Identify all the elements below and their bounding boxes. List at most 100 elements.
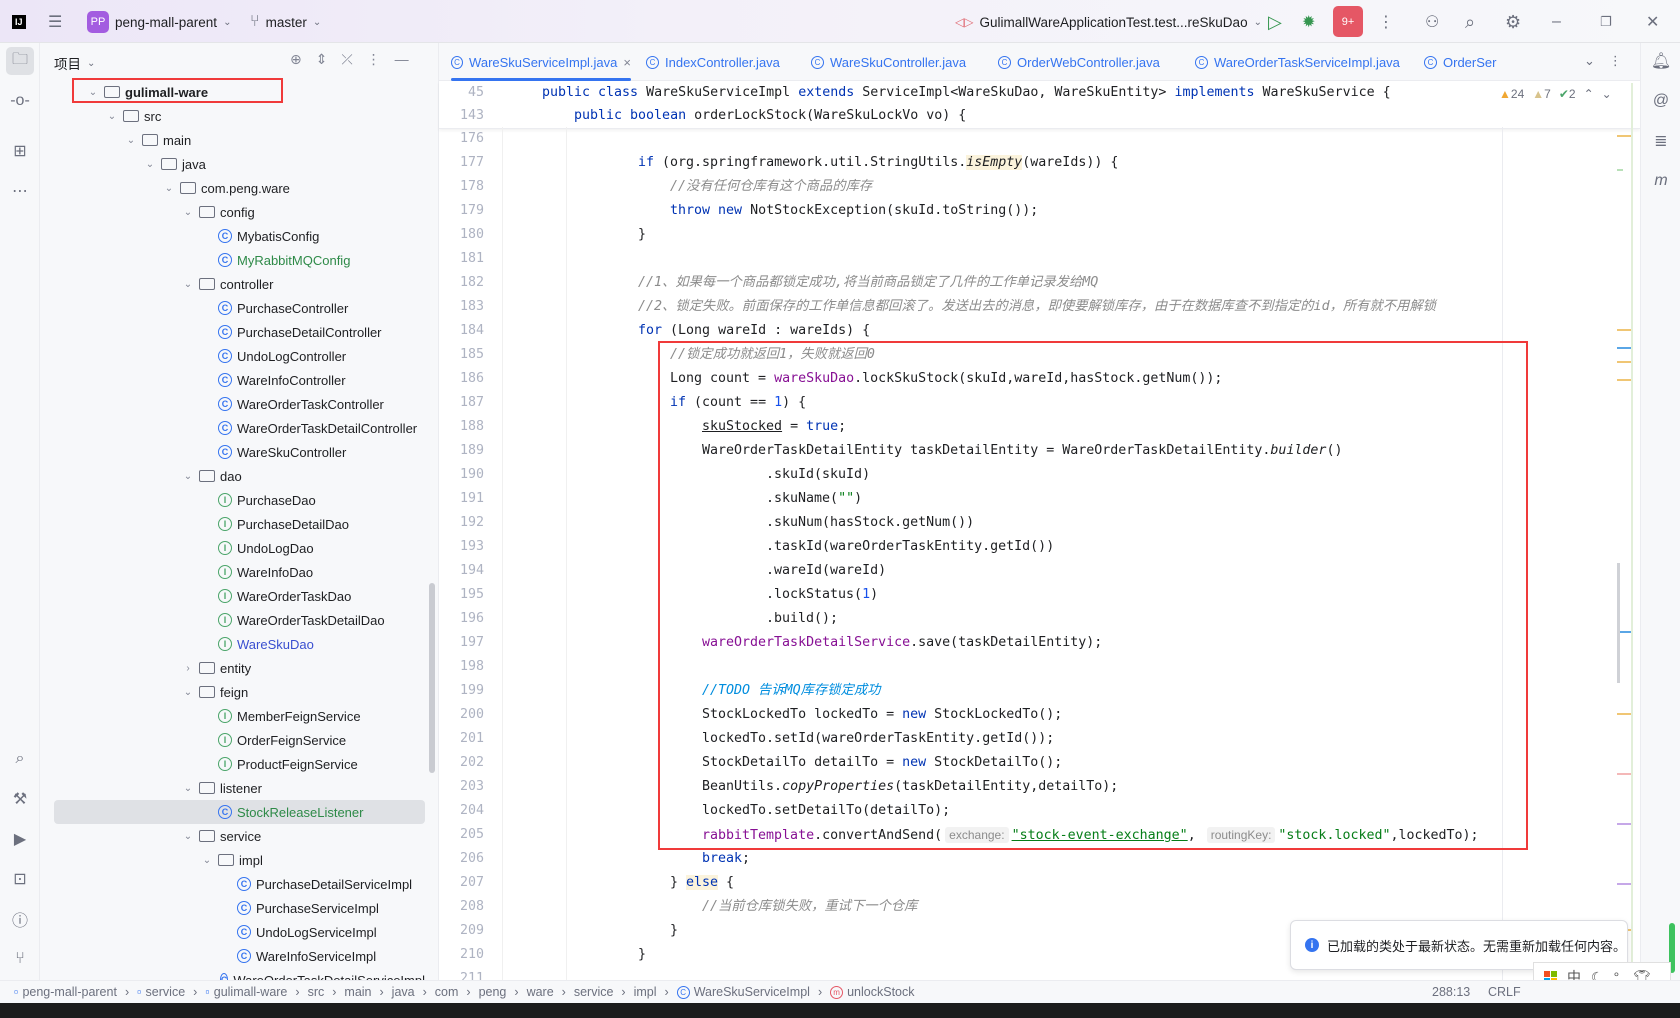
tree-item[interactable]: C MybatisConfig [40, 224, 425, 248]
tree-item[interactable]: ⌄ dao [40, 464, 425, 488]
chevron-down-icon[interactable]: ⌄ [124, 135, 138, 146]
tree-item[interactable]: ⌄ service [40, 824, 425, 848]
tree-item[interactable]: C UndoLogController [40, 344, 425, 368]
tree-item[interactable]: C WareOrderTaskDetailController [40, 416, 425, 440]
breadcrumb-item[interactable]: ▫ gulimall-ware [205, 985, 287, 999]
breadcrumb-item[interactable]: C WareSkuServiceImpl [676, 985, 810, 999]
tree-item[interactable]: C WareOrderTaskDetailServiceImpl [40, 968, 425, 980]
tab-wareordertaskserviceimpl-java[interactable]: C WareOrderTaskServiceImpl.java [1195, 43, 1400, 81]
collapse-all-icon[interactable]: ⤫ [341, 51, 352, 68]
tree-item[interactable]: ⌄ com.peng.ware [40, 176, 425, 200]
chevron-down-icon[interactable]: ⌄ [162, 183, 176, 194]
chevron-down-icon[interactable]: ⌄ [181, 471, 195, 482]
tree-item[interactable]: ⌄ main [40, 128, 425, 152]
tree-item[interactable]: C PurchaseDetailController [40, 320, 425, 344]
chevron-down-icon[interactable]: ⌄ [143, 159, 157, 170]
project-tool-button[interactable]: 🗀 [6, 47, 34, 75]
chevron-down-icon[interactable]: ⌄ [105, 111, 119, 122]
options-icon[interactable]: ⋮ [367, 51, 381, 68]
caret-position[interactable]: 288:13 [1432, 985, 1470, 999]
inspection-widget[interactable]: ▲24 ▲7 ✔2 ⌃ ⌄ [1499, 87, 1612, 101]
breadcrumb-item[interactable]: src [308, 985, 325, 999]
tree-item[interactable]: ⌄ config [40, 200, 425, 224]
tab-list-chevron-icon[interactable]: ⌄ [1584, 53, 1595, 69]
project-selector[interactable]: PP peng-mall-parent ⌄ [87, 10, 231, 34]
close-window-button[interactable]: ✕ [1646, 10, 1659, 34]
breadcrumb-item[interactable]: com [435, 985, 459, 999]
debug-button[interactable]: ✹ [1302, 10, 1315, 34]
chevron-down-icon[interactable]: ⌄ [181, 783, 195, 794]
breadcrumb-item[interactable]: impl [634, 985, 657, 999]
chevron-down-icon[interactable]: ⌄ [181, 831, 195, 842]
tab-orderwebcontroller-java[interactable]: C OrderWebController.java [998, 43, 1160, 81]
tree-item[interactable]: I WareOrderTaskDetailDao [40, 608, 425, 632]
project-view-selector[interactable]: 项目 ⌄ [54, 53, 95, 73]
git-tool-button[interactable]: ⑂ [6, 945, 34, 973]
tree-item[interactable]: C PurchaseServiceImpl [40, 896, 425, 920]
breadcrumb-item[interactable]: main [344, 985, 371, 999]
build-tool-button[interactable]: ⚒ [6, 785, 34, 813]
tab-options-icon[interactable]: ⋮ [1609, 53, 1622, 69]
search-button[interactable]: ⌕ [1465, 10, 1475, 34]
problems-tool-button[interactable]: ⓘ [6, 905, 34, 933]
notifications-button[interactable]: 🔔︎ [1647, 47, 1675, 75]
tree-item[interactable]: I PurchaseDetailDao [40, 512, 425, 536]
hide-panel-icon[interactable]: — [395, 51, 409, 68]
minimize-button[interactable]: – [1552, 10, 1561, 34]
tab-wareskuserviceimpl-java[interactable]: C WareSkuServiceImpl.java × [451, 43, 631, 81]
find-tool-button[interactable]: ⌕ [6, 745, 34, 773]
branch-selector[interactable]: ⑂ master ⌄ [250, 10, 321, 34]
ai-assistant-button[interactable]: @ [1647, 87, 1675, 115]
tree-item[interactable]: ⌄ impl [40, 848, 425, 872]
tree-item[interactable]: I PurchaseDao [40, 488, 425, 512]
chevron-right-icon[interactable]: › [181, 663, 195, 674]
updates-button[interactable]: 9+ [1333, 6, 1363, 37]
services-tool-button[interactable]: ▶ [6, 825, 34, 853]
breadcrumb-item[interactable]: ▫ service [137, 985, 185, 999]
main-menu-button[interactable]: ☰ [48, 10, 62, 34]
tree-item[interactable]: C PurchaseController [40, 296, 425, 320]
tree-item[interactable]: C WareInfoController [40, 368, 425, 392]
locate-icon[interactable]: ⊕ [290, 51, 302, 68]
breadcrumb-item[interactable]: java [392, 985, 415, 999]
app-logo-icon[interactable]: IJ [12, 10, 26, 34]
tree-item[interactable]: C WareInfoServiceImpl [40, 944, 425, 968]
tree-item[interactable]: C PurchaseDetailServiceImpl [40, 872, 425, 896]
next-highlight-icon[interactable]: ⌄ [1602, 87, 1612, 101]
expand-all-icon[interactable]: ⇕ [316, 51, 328, 68]
tree-item[interactable]: ⌄ java [40, 152, 425, 176]
tab-orderser[interactable]: C OrderSer [1424, 43, 1496, 81]
tree-item[interactable]: ⌄ listener [40, 776, 425, 800]
breadcrumb-item[interactable]: ware [527, 985, 554, 999]
tree-item[interactable]: I ProductFeignService [40, 752, 425, 776]
error-stripe[interactable] [1617, 83, 1637, 973]
breadcrumb-item[interactable]: service [574, 985, 614, 999]
tree-item[interactable]: C WareSkuController [40, 440, 425, 464]
tree-item[interactable]: C StockReleaseListener [54, 800, 425, 824]
more-tools-button[interactable]: ⋯ [6, 177, 34, 205]
tree-item[interactable]: I MemberFeignService [40, 704, 425, 728]
tree-item[interactable]: C MyRabbitMQConfig [40, 248, 425, 272]
tree-item[interactable]: ⌄ src [40, 104, 425, 128]
tree-item[interactable]: ⌄ feign [40, 680, 425, 704]
tree-item[interactable]: I OrderFeignService [40, 728, 425, 752]
breadcrumb-item[interactable]: ▫ peng-mall-parent [14, 985, 117, 999]
chevron-down-icon[interactable]: ⌄ [181, 687, 195, 698]
tree-item[interactable]: I WareInfoDao [40, 560, 425, 584]
tree-item[interactable]: ⌄ controller [40, 272, 425, 296]
tree-item[interactable]: I WareSkuDao [40, 632, 425, 656]
tree-item[interactable]: C UndoLogServiceImpl [40, 920, 425, 944]
tab-indexcontroller-java[interactable]: C IndexController.java [646, 43, 780, 81]
close-tab-icon[interactable]: × [623, 55, 631, 70]
tree-item[interactable]: C WareOrderTaskController [40, 392, 425, 416]
previous-highlight-icon[interactable]: ⌃ [1584, 87, 1594, 101]
more-actions-button[interactable]: ⋮ [1378, 10, 1394, 34]
tree-scrollbar[interactable] [427, 43, 437, 980]
maven-button[interactable]: m [1647, 167, 1675, 195]
tab-wareskucontroller-java[interactable]: C WareSkuController.java [811, 43, 966, 81]
restore-button[interactable]: ❐ [1600, 10, 1612, 34]
database-button[interactable]: ≣ [1647, 127, 1675, 155]
breadcrumb-item[interactable]: peng [479, 985, 507, 999]
terminal-tool-button[interactable]: ⊡ [6, 865, 34, 893]
tree-item[interactable]: › entity [40, 656, 425, 680]
